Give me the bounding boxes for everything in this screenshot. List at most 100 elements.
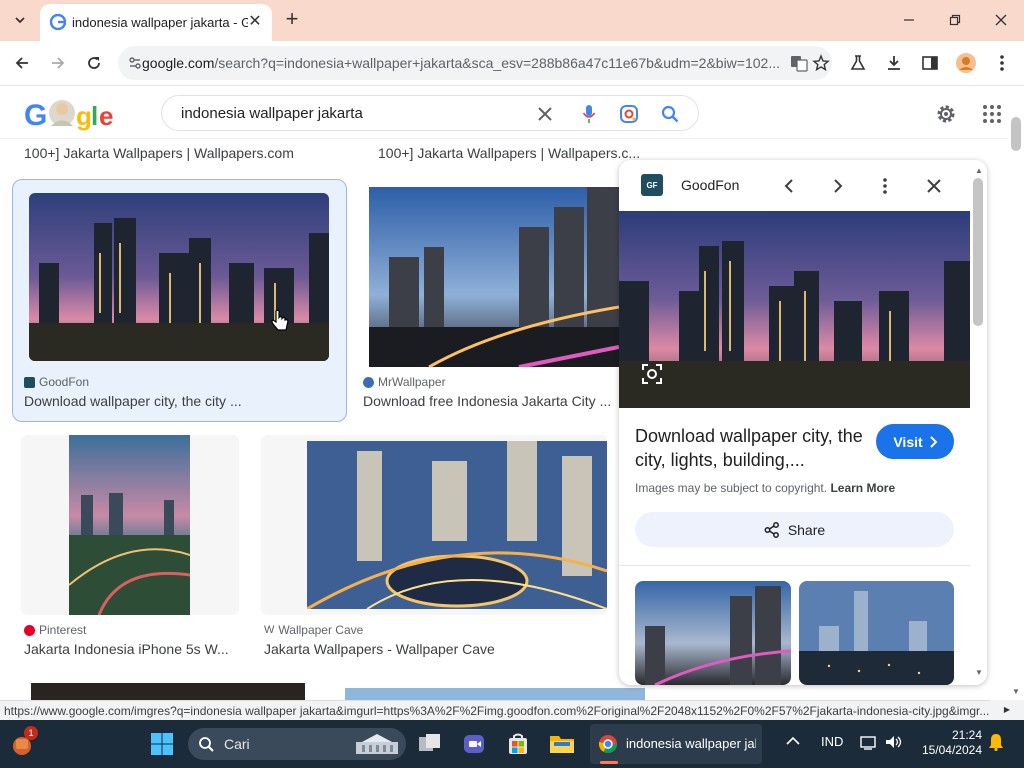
result-title[interactable]: Download wallpaper city, the city ... xyxy=(24,393,242,409)
translate-icon[interactable] xyxy=(790,54,808,72)
download-icon xyxy=(888,56,900,70)
result-thumbnail[interactable] xyxy=(69,435,190,615)
google-doodle-logo[interactable]: G g l e xyxy=(24,95,120,133)
new-tab-button[interactable]: + xyxy=(280,8,304,32)
page-scrollbar[interactable]: ▼ xyxy=(1008,113,1024,700)
volume-icon[interactable] xyxy=(885,734,903,753)
lens-visual-search-icon[interactable] xyxy=(641,363,663,385)
task-view-button[interactable] xyxy=(414,728,446,760)
site-info-icon[interactable] xyxy=(127,55,143,71)
language-indicator[interactable]: IND xyxy=(821,734,843,749)
result-thumbnail[interactable] xyxy=(307,441,607,609)
file-explorer-button[interactable] xyxy=(546,728,578,760)
close-window-button[interactable] xyxy=(978,0,1024,40)
address-bar[interactable]: google.com/search?q=indonesia+wallpaper+… xyxy=(118,46,832,80)
tray-overflow-icon[interactable] xyxy=(786,734,800,749)
network-icon[interactable] xyxy=(860,734,878,753)
notification-bell-icon[interactable] xyxy=(988,733,1004,754)
taskbar-search[interactable]: Cari xyxy=(188,728,406,760)
scrollbar-thumb[interactable] xyxy=(1011,117,1021,151)
preview-title[interactable]: Download wallpaper city, the city, light… xyxy=(635,424,865,472)
tab-strip: indonesia wallpaper jakarta - G ✕ + xyxy=(0,0,1024,41)
result-source: W Wallpaper Cave xyxy=(264,623,363,637)
result-source: MrWallpaper xyxy=(363,375,446,389)
panel-scrollbar[interactable]: ▲ ▼ xyxy=(970,160,987,685)
result-thumbnail[interactable] xyxy=(29,193,329,361)
related-image[interactable] xyxy=(799,581,954,685)
tab-search-button[interactable] xyxy=(8,8,32,32)
result-title[interactable]: 100+] Jakarta Wallpapers | Wallpapers.c.… xyxy=(378,145,640,161)
source-name[interactable]: GoodFon xyxy=(681,177,739,193)
result-thumbnail[interactable] xyxy=(345,688,645,700)
visit-button[interactable]: Visit xyxy=(876,424,954,459)
settings-gear-icon[interactable] xyxy=(934,102,958,126)
tab-active[interactable]: indonesia wallpaper jakarta - G ✕ xyxy=(40,4,272,41)
bookmark-star-icon[interactable] xyxy=(812,54,830,72)
close-panel-button[interactable] xyxy=(920,172,948,200)
next-result-button[interactable] xyxy=(824,172,852,200)
clock[interactable]: 21:24 15/04/2024 xyxy=(910,728,982,758)
widgets-button[interactable]: 1 xyxy=(6,726,38,760)
search-box[interactable]: indonesia wallpaper jakarta xyxy=(161,95,699,131)
more-options-button[interactable] xyxy=(871,172,899,200)
lens-search-icon[interactable] xyxy=(618,103,640,125)
search-submit-icon[interactable] xyxy=(659,103,681,125)
arrow-left-icon xyxy=(15,57,28,69)
restore-icon xyxy=(949,14,961,26)
voice-search-icon[interactable] xyxy=(578,103,600,125)
hand-cursor-icon xyxy=(270,309,290,333)
apps-grid-icon[interactable] xyxy=(982,104,1002,124)
store-app-button[interactable] xyxy=(502,728,534,760)
result-title[interactable]: Download free Indonesia Jakarta City ... xyxy=(363,393,611,409)
learn-more-link[interactable]: Learn More xyxy=(830,481,895,495)
back-button[interactable] xyxy=(10,51,34,75)
store-icon xyxy=(509,733,527,754)
taskbar-search-label: Cari xyxy=(224,736,250,752)
previous-result-button[interactable] xyxy=(775,172,803,200)
chevron-right-icon xyxy=(834,179,843,193)
result-title[interactable]: 100+] Jakarta Wallpapers | Wallpapers.co… xyxy=(24,145,294,161)
profile-button[interactable] xyxy=(954,51,978,75)
labs-button[interactable] xyxy=(846,51,870,75)
result-source-name: Pinterest xyxy=(39,623,87,637)
reload-button[interactable] xyxy=(82,51,106,75)
result-title[interactable]: Jakarta Wallpapers - Wallpaper Cave xyxy=(264,641,495,657)
share-icon xyxy=(764,521,779,538)
forward-button[interactable] xyxy=(46,51,70,75)
status-url: https://www.google.com/imgres?q=indonesi… xyxy=(4,704,990,718)
downloads-button[interactable] xyxy=(882,51,906,75)
result-title[interactable]: Jakarta Indonesia iPhone 5s W... xyxy=(24,641,229,657)
minimize-button[interactable] xyxy=(886,0,932,40)
scroll-down-icon[interactable]: ▼ xyxy=(1012,687,1020,696)
url-text: google.com/search?q=indonesia+wallpaper+… xyxy=(142,55,782,71)
meet-app-button[interactable] xyxy=(458,728,490,760)
taskbar: 1 Cari indonesia wallpaper jak IND 21:24… xyxy=(0,720,1024,768)
chrome-icon xyxy=(599,735,617,754)
share-button[interactable]: Share xyxy=(635,512,954,547)
scroll-up-icon[interactable]: ▲ xyxy=(975,166,983,175)
preview-image[interactable] xyxy=(619,211,970,408)
tab-title: indonesia wallpaper jakarta - G xyxy=(72,15,248,30)
side-panel-button[interactable] xyxy=(918,51,942,75)
svg-text:l: l xyxy=(91,101,98,131)
scroll-down-icon[interactable]: ▼ xyxy=(975,668,983,677)
result-thumbnail[interactable] xyxy=(369,187,619,367)
search-highlight-icon xyxy=(356,734,398,754)
clock-time: 21:24 xyxy=(951,728,982,742)
url-host: google.com xyxy=(142,55,215,71)
scroll-right-icon[interactable]: ▶ xyxy=(990,700,1024,720)
start-button[interactable] xyxy=(146,728,178,760)
taskbar-chrome-window[interactable]: indonesia wallpaper jak xyxy=(590,724,762,764)
result-source: Pinterest xyxy=(24,623,86,637)
scrollbar-thumb[interactable] xyxy=(973,178,983,326)
restore-button[interactable] xyxy=(932,0,978,40)
search-query[interactable]: indonesia wallpaper jakarta xyxy=(181,105,363,122)
tab-close-icon[interactable]: ✕ xyxy=(246,13,264,31)
result-thumbnail[interactable] xyxy=(31,683,305,700)
status-bar: https://www.google.com/imgres?q=indonesi… xyxy=(0,700,990,720)
clear-search-icon[interactable] xyxy=(534,103,556,125)
active-indicator xyxy=(600,761,618,764)
share-label: Share xyxy=(787,521,826,538)
chrome-menu-button[interactable] xyxy=(990,51,1014,75)
related-image[interactable] xyxy=(635,581,791,685)
